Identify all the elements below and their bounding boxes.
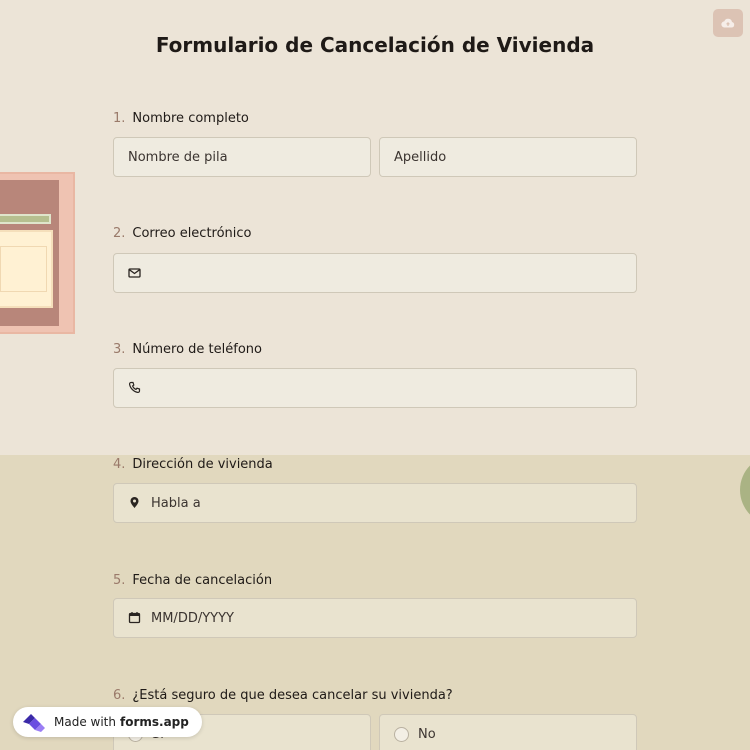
question-text: Nombre completo [132,111,249,126]
radio-option-label: No [418,726,436,742]
form-title: Formulario de Cancelación de Vivienda [155,33,595,57]
cloud-upload-icon [721,14,735,33]
phone-icon [128,381,142,395]
question-text: Correo electrónico [132,226,252,241]
decorative-paper [0,230,53,308]
question-6-label: 6. ¿Está seguro de que desea cancelar su … [113,688,453,703]
question-text: Fecha de cancelación [132,573,273,588]
calendar-icon [128,611,142,625]
question-number: 6. [113,688,126,703]
question-1-label: 1. Nombre completo [113,111,249,126]
question-5-label: 5. Fecha de cancelación [113,573,272,588]
radio-circle [394,726,409,742]
cancellation-date-input[interactable]: MM/DD/YYYY [113,598,637,638]
question-2-label: 2. Correo electrónico [113,226,252,241]
question-text: Dirección de vivienda [132,457,273,472]
badge-prefix: Made with [54,715,116,729]
question-number: 2. [113,226,126,241]
last-name-placeholder: Apellido [394,149,447,165]
mail-icon [128,266,142,280]
forms-app-logo-icon [21,711,47,733]
last-name-input[interactable]: Apellido [379,137,637,177]
question-text: ¿Está seguro de que desea cancelar su vi… [132,688,453,703]
phone-input[interactable] [113,368,637,408]
decorative-bar [0,214,51,224]
question-number: 3. [113,342,126,357]
badge-brand: forms.app [119,715,189,729]
question-4-label: 4. Dirección de vivienda [113,457,273,472]
question-3-label: 3. Número de teléfono [113,342,262,357]
date-placeholder: MM/DD/YYYY [151,610,234,626]
made-with-badge[interactable]: Made with forms.app [13,707,202,737]
question-number: 5. [113,573,126,588]
decorative-frame-illustration [0,172,75,334]
address-placeholder: Habla a [151,495,201,511]
question-number: 1. [113,111,126,126]
email-input[interactable] [113,253,637,293]
first-name-placeholder: Nombre de pila [128,149,228,165]
radio-option-no[interactable]: No [379,714,637,750]
map-pin-icon [128,496,142,510]
decorative-frame-inner [0,180,59,326]
question-number: 4. [113,457,126,472]
address-input[interactable]: Habla a [113,483,637,523]
first-name-input[interactable]: Nombre de pila [113,137,371,177]
question-text: Número de teléfono [132,342,262,357]
